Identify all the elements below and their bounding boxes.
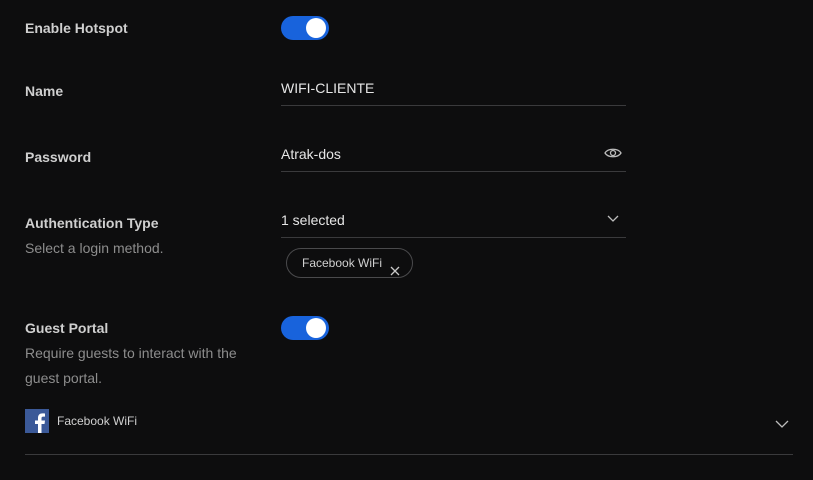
divider [25,454,793,455]
guest-portal-toggle[interactable] [281,316,329,340]
enable-hotspot-label: Enable Hotspot [25,20,128,36]
chevron-down-icon[interactable] [775,416,789,428]
chevron-down-icon [604,212,622,226]
name-field[interactable]: WIFI-CLIENTE [281,75,626,106]
toggle-knob [306,18,326,38]
auth-type-value: 1 selected [281,212,345,228]
guest-portal-label: Guest Portal [25,320,109,336]
facebook-icon [25,409,49,433]
password-field[interactable]: Atrak-dos [281,141,626,172]
password-label: Password [25,149,92,165]
chip-label: Facebook WiFi [302,256,383,270]
enable-hotspot-toggle[interactable] [281,16,329,40]
close-icon[interactable] [390,258,400,276]
auth-type-description: Select a login method. [25,240,164,256]
auth-type-select[interactable]: 1 selected [281,207,626,238]
name-value: WIFI-CLIENTE [281,80,375,96]
guest-portal-description-line2: guest portal. [25,370,103,386]
toggle-knob [306,318,326,338]
auth-chip-facebook-wifi: Facebook WiFi [286,248,414,278]
provider-name: Facebook WiFi [57,414,138,428]
eye-icon[interactable] [604,146,622,160]
provider-row-facebook-wifi[interactable]: Facebook WiFi [25,409,793,433]
auth-type-label: Authentication Type [25,215,159,231]
password-value: Atrak-dos [281,146,341,162]
name-label: Name [25,83,64,99]
guest-portal-description-line1: Require guests to interact with the [25,345,237,361]
hotspot-settings-panel: Enable Hotspot Name WIFI-CLIENTE Passwor… [0,0,813,480]
